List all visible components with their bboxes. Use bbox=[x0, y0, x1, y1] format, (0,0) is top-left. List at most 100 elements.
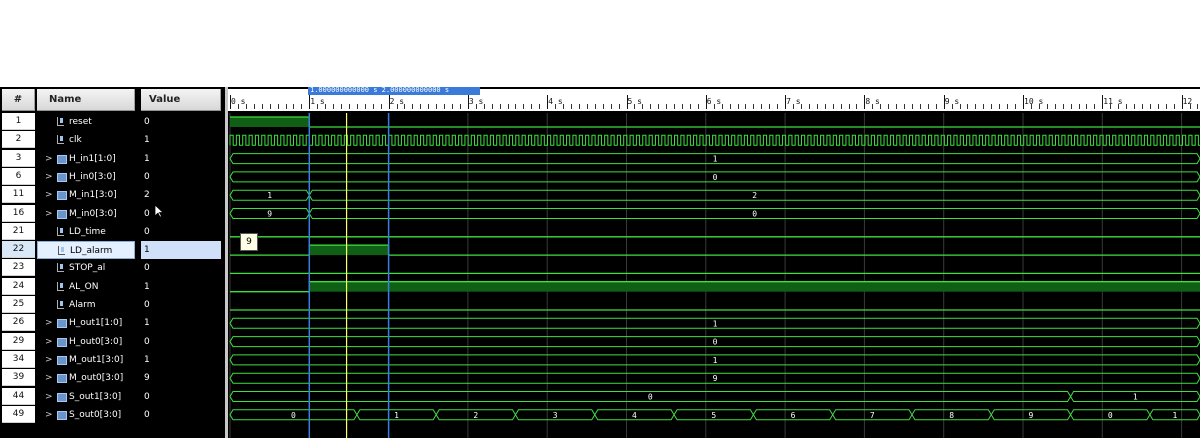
signal-name: reset bbox=[69, 117, 92, 127]
chevron-right-icon[interactable]: > bbox=[45, 186, 53, 204]
ruler-minor-tick bbox=[1149, 104, 1151, 109]
signal-value: 0 bbox=[141, 259, 221, 278]
ruler-minor-tick bbox=[277, 104, 279, 109]
ruler-minor-tick bbox=[475, 104, 477, 109]
signal-name-cell[interactable]: clk bbox=[37, 131, 135, 150]
column-header-name[interactable]: Name bbox=[37, 89, 135, 111]
signal-row[interactable]: 34 > M_out1[3:0] 1 bbox=[0, 350, 225, 369]
signal-index: 3 bbox=[2, 149, 35, 167]
bus-value-label: 4 bbox=[632, 411, 637, 420]
ruler-minor-tick bbox=[364, 104, 366, 109]
signal-name-cell[interactable]: reset bbox=[37, 113, 135, 131]
signal-name-cell[interactable]: LD_time bbox=[37, 222, 135, 241]
signal-row[interactable]: 16 > M_in0[3:0] 0 bbox=[0, 204, 225, 223]
ruler-minor-tick bbox=[832, 104, 834, 109]
ruler-minor-tick bbox=[523, 104, 525, 109]
ruler-minor-tick bbox=[777, 104, 779, 109]
ruler-minor-tick bbox=[1086, 104, 1088, 109]
signal-row[interactable]: 21 LD_time 0 bbox=[0, 222, 225, 241]
chevron-right-icon[interactable]: > bbox=[45, 314, 53, 332]
signal-row[interactable]: 39 > M_out0[3:0] 9 bbox=[0, 369, 225, 388]
signal-name-cell[interactable]: Alarm bbox=[37, 296, 135, 314]
chevron-right-icon[interactable]: > bbox=[45, 333, 53, 351]
signal-row[interactable]: 49 > S_out0[3:0] 0 bbox=[0, 405, 225, 424]
ruler-minor-tick bbox=[761, 104, 763, 109]
signal-name-cell[interactable]: > M_in0[3:0] bbox=[37, 204, 135, 223]
signal-name-cell[interactable]: > M_out0[3:0] bbox=[37, 369, 135, 388]
ruler-major-tick bbox=[230, 95, 231, 109]
chevron-right-icon[interactable]: > bbox=[45, 150, 53, 168]
ruler-minor-tick bbox=[499, 104, 501, 109]
signal-name-cell[interactable]: LD_alarm bbox=[37, 241, 135, 260]
signal-row[interactable]: 25 Alarm 0 bbox=[0, 296, 225, 314]
mouse-pointer-icon bbox=[154, 204, 164, 218]
signal-row[interactable]: 26 > H_out1[1:0] 1 bbox=[0, 314, 225, 333]
signal-row[interactable]: 2 clk 1 bbox=[0, 131, 225, 150]
signal-name-cell[interactable]: > H_in0[3:0] bbox=[37, 167, 135, 186]
waveform-area[interactable]: 1 0 1 2 9 0 1 0 1 9 0 1 0 1 2 3 4 5 6 7 8 9 0 1 bbox=[228, 113, 1200, 438]
ruler-minor-tick bbox=[896, 104, 898, 109]
ruler-minor-tick bbox=[1134, 104, 1136, 109]
column-header-number[interactable]: # bbox=[2, 89, 35, 111]
signal-name-cell[interactable]: > M_in1[3:0] bbox=[37, 186, 135, 205]
signal-row[interactable]: 11 > M_in1[3:0] 2 bbox=[0, 186, 225, 205]
ruler-minor-tick bbox=[420, 104, 422, 109]
signal-index: 34 bbox=[2, 350, 35, 368]
column-header-value[interactable]: Value bbox=[141, 89, 221, 111]
chevron-right-icon[interactable]: > bbox=[45, 205, 53, 223]
ruler-minor-tick bbox=[967, 104, 969, 109]
signal-name-cell[interactable]: > H_in1[1:0] bbox=[37, 149, 135, 168]
ruler-minor-tick bbox=[237, 104, 239, 109]
ruler-major-tick bbox=[1102, 95, 1104, 109]
ruler-minor-tick bbox=[452, 104, 454, 109]
chevron-right-icon[interactable]: > bbox=[45, 168, 53, 186]
signal-row[interactable]: 6 > H_in0[3:0] 0 bbox=[0, 167, 225, 186]
signal-name-cell[interactable]: AL_ON bbox=[37, 277, 135, 296]
ruler-minor-tick bbox=[507, 104, 509, 109]
bus-signal-icon bbox=[57, 154, 67, 164]
ruler-major-tick bbox=[626, 95, 628, 109]
bus-value-label: 1 bbox=[394, 411, 399, 420]
signal-row[interactable]: 29 > H_out0[3:0] 0 bbox=[0, 332, 225, 351]
signal-row[interactable]: 22 LD_alarm 1 bbox=[0, 241, 225, 260]
signal-row[interactable]: 1 reset 0 bbox=[0, 113, 225, 131]
signal-name-cell[interactable]: > H_out1[1:0] bbox=[37, 314, 135, 333]
signal-name-cell[interactable]: > S_out0[3:0] bbox=[37, 405, 135, 424]
bus-value-label: 9 bbox=[713, 374, 718, 383]
ruler-minor-tick bbox=[721, 104, 723, 109]
signal-row[interactable]: 3 > H_in1[1:0] 1 bbox=[0, 149, 225, 168]
ruler-minor-tick bbox=[348, 104, 350, 109]
signal-name-cell[interactable]: > S_out1[3:0] bbox=[37, 387, 135, 406]
bus-value-label: 0 bbox=[752, 210, 757, 219]
signal-value: 1 bbox=[141, 314, 221, 333]
ruler-minor-tick bbox=[1157, 104, 1159, 109]
bit-signal-icon bbox=[57, 226, 64, 236]
ruler-minor-tick bbox=[404, 104, 406, 109]
bus-signal-icon bbox=[57, 410, 67, 420]
ruler-minor-tick bbox=[253, 104, 255, 109]
signal-row[interactable]: 44 > S_out1[3:0] 0 bbox=[0, 387, 225, 406]
chevron-right-icon[interactable]: > bbox=[45, 406, 53, 424]
signal-name: M_out0[3:0] bbox=[69, 373, 124, 384]
ruler-minor-tick bbox=[539, 104, 541, 109]
bus-value-label: 9 bbox=[1029, 411, 1034, 420]
signal-name-cell[interactable]: > H_out0[3:0] bbox=[37, 332, 135, 351]
chevron-right-icon[interactable]: > bbox=[45, 388, 53, 406]
signal-name-cell[interactable]: STOP_al bbox=[37, 259, 135, 278]
ruler-minor-tick bbox=[904, 104, 906, 109]
ruler-minor-tick bbox=[1110, 104, 1112, 109]
signal-row[interactable]: 24 AL_ON 1 bbox=[0, 277, 225, 296]
bus-signal-icon bbox=[57, 337, 67, 347]
chevron-right-icon[interactable]: > bbox=[45, 369, 53, 387]
bus-value-label: 1 bbox=[713, 356, 718, 365]
signal-name-cell[interactable]: > M_out1[3:0] bbox=[37, 350, 135, 369]
bus-value-label: 1 bbox=[267, 191, 272, 200]
ruler-minor-tick bbox=[737, 104, 739, 109]
ruler-major-tick bbox=[705, 95, 707, 109]
signal-row[interactable]: 23 STOP_al 0 bbox=[0, 259, 225, 278]
bit-waveform bbox=[230, 116, 1200, 128]
chevron-right-icon[interactable]: > bbox=[45, 351, 53, 369]
bus-value-label: 0 bbox=[713, 173, 718, 182]
ruler-minor-tick bbox=[1173, 104, 1175, 109]
ruler-minor-tick bbox=[245, 104, 247, 109]
